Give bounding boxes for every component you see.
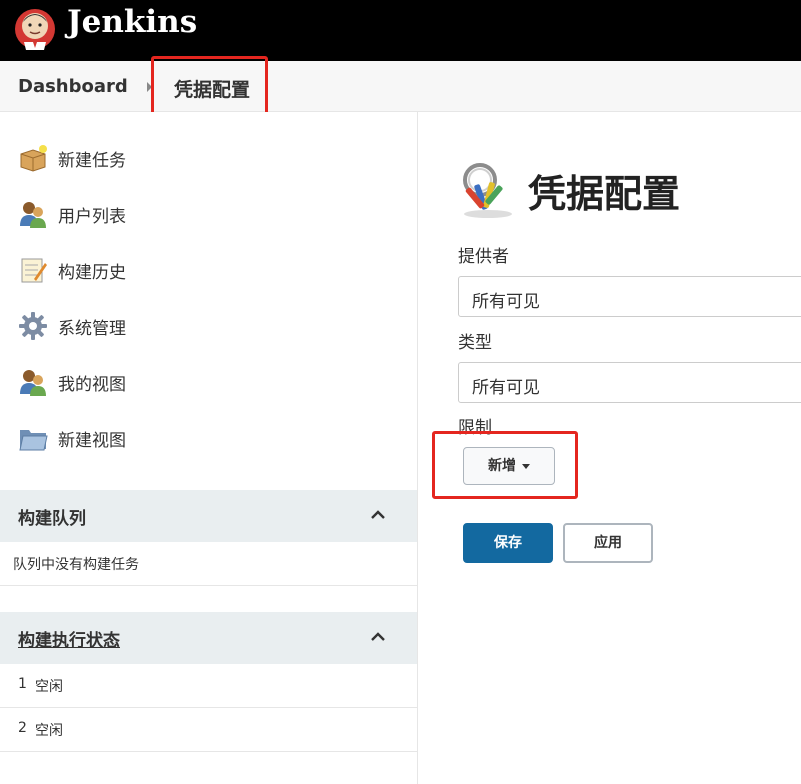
provider-label: 提供者 — [458, 247, 509, 267]
executor-state: 空闲 — [35, 679, 63, 695]
executor-row: 1 空闲 — [0, 664, 417, 708]
page-title: 凭据配置 — [528, 172, 681, 216]
executors-header[interactable]: 构建执行状态 — [0, 612, 417, 664]
sidebar-item-label: 构建历史 — [58, 262, 126, 283]
sidebar-item-my-views[interactable]: 我的视图 — [18, 366, 126, 398]
type-select-value: 所有可见 — [472, 378, 540, 398]
executor-row: 2 空闲 — [0, 708, 417, 752]
sidebar-item-label: 系统管理 — [58, 318, 126, 339]
save-button[interactable]: 保存 — [463, 523, 553, 563]
credentials-keys-icon — [463, 163, 512, 218]
notepad-icon — [21, 258, 47, 283]
type-label: 类型 — [458, 333, 492, 353]
build-queue-title: 构建队列 — [18, 509, 86, 529]
new-package-icon — [20, 145, 47, 172]
top-header: Jenkins — [0, 0, 801, 61]
sidebar: 新建任务 用户列表 构建历史 系统管理 我的视图 新建视图 构建队列 队列中没有… — [0, 112, 418, 784]
type-select[interactable]: 所有可见 — [458, 362, 801, 403]
folder-icon — [19, 430, 48, 451]
sidebar-item-label: 用户列表 — [58, 206, 126, 227]
sidebar-item-label: 我的视图 — [58, 374, 126, 395]
chevron-up-icon[interactable] — [369, 506, 387, 524]
build-queue-empty: 队列中没有构建任务 — [0, 542, 417, 586]
breadcrumb-dashboard[interactable]: Dashboard — [18, 76, 128, 97]
apply-button[interactable]: 应用 — [563, 523, 653, 563]
highlight-box-add-button — [432, 431, 578, 499]
sidebar-item-label: 新建视图 — [58, 430, 126, 451]
executor-number: 2 — [18, 720, 27, 736]
sidebar-item-new-view[interactable]: 新建视图 — [18, 422, 126, 454]
users-icon — [20, 202, 46, 228]
provider-select[interactable]: 所有可见 — [458, 276, 801, 317]
provider-select-value: 所有可见 — [472, 292, 540, 312]
breadcrumb: Dashboard 凭据配置 — [0, 61, 801, 112]
sidebar-item-new-job[interactable]: 新建任务 — [18, 142, 126, 174]
build-queue-empty-text: 队列中没有构建任务 — [13, 557, 139, 573]
executors-title[interactable]: 构建执行状态 — [18, 626, 120, 651]
jenkins-logo-icon[interactable] — [14, 2, 56, 56]
executor-state: 空闲 — [35, 723, 63, 739]
sidebar-item-users[interactable]: 用户列表 — [18, 198, 126, 230]
build-queue-header[interactable]: 构建队列 — [0, 490, 417, 542]
sidebar-item-build-history[interactable]: 构建历史 — [18, 254, 126, 286]
users-icon — [20, 370, 46, 396]
sidebar-item-label: 新建任务 — [58, 150, 126, 171]
gear-icon — [19, 312, 47, 340]
sidebar-item-manage[interactable]: 系统管理 — [18, 310, 126, 342]
chevron-up-icon[interactable] — [369, 628, 387, 646]
executor-number: 1 — [18, 676, 27, 692]
app-title[interactable]: Jenkins — [67, 4, 197, 40]
